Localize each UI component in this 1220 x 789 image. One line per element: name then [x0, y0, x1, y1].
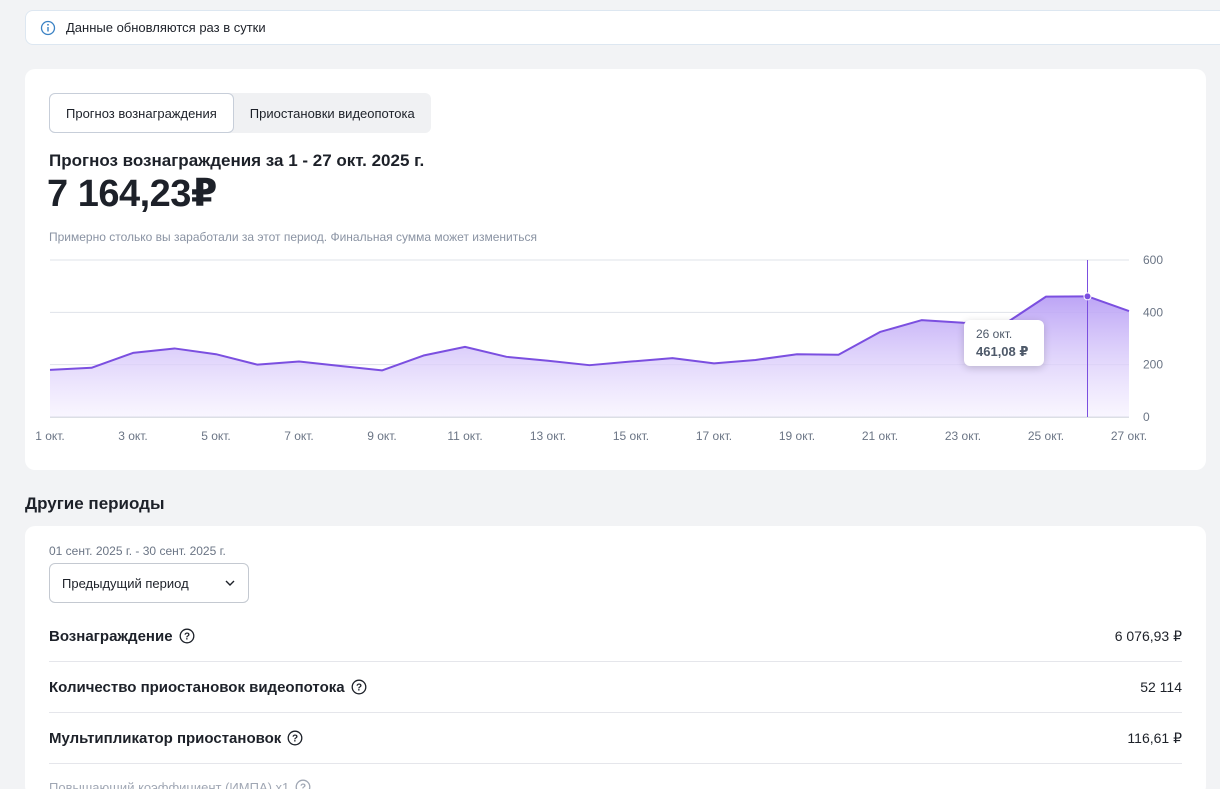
metric-row-multiplier: Мультипликатор приостановок ? 116,61 ₽	[49, 713, 1182, 764]
y-tick-label: 600	[1143, 253, 1163, 267]
tooltip-date: 26 окт.	[976, 327, 1013, 341]
info-notice: Данные обновляются раз в сутки	[25, 10, 1220, 45]
other-periods-card: 01 сент. 2025 г. - 30 сент. 2025 г. Пред…	[25, 526, 1206, 789]
x-tick-label: 17 окт.	[696, 429, 732, 443]
forecast-card: Прогноз вознаграждения Приостановки виде…	[25, 69, 1206, 470]
svg-text:?: ?	[300, 783, 306, 789]
svg-text:?: ?	[356, 683, 362, 694]
notice-text: Данные обновляются раз в сутки	[66, 20, 266, 35]
metric-row-reward: Вознаграждение ? 6 076,93 ₽	[49, 611, 1182, 662]
help-icon[interactable]: ?	[351, 679, 367, 695]
y-tick-label: 400	[1143, 305, 1163, 319]
faded-metric-label: Повышающий коэффициент (ИМПА) x1	[49, 779, 290, 789]
metric-label-multiplier: Мультипликатор приостановок	[49, 729, 282, 747]
help-icon[interactable]: ?	[295, 779, 311, 789]
faded-metric-row: Повышающий коэффициент (ИМПА) x1 ?	[49, 779, 311, 789]
tab-bar: Прогноз вознаграждения Приостановки виде…	[49, 93, 431, 133]
forecast-amount: 7 164,23₽	[47, 173, 217, 215]
metric-row-pauses: Количество приостановок видеопотока ? 52…	[49, 662, 1182, 713]
x-tick-label: 27 окт.	[1111, 429, 1147, 443]
tooltip-value: 461,08 ₽	[976, 344, 1029, 359]
svg-text:?: ?	[292, 734, 298, 745]
x-tick-label: 1 окт.	[35, 429, 65, 443]
help-icon[interactable]: ?	[179, 628, 195, 644]
period-select-value: Предыдущий период	[62, 575, 189, 591]
tab-stream-pauses[interactable]: Приостановки видеопотока	[234, 93, 431, 133]
x-tick-label: 11 окт.	[447, 429, 482, 443]
help-icon[interactable]: ?	[287, 730, 303, 746]
data-point	[1083, 292, 1092, 301]
forecast-note: Примерно столько вы заработали за этот п…	[49, 230, 537, 244]
x-tick-label: 15 окт.	[613, 429, 649, 443]
metric-value-reward: 6 076,93 ₽	[1114, 627, 1182, 644]
x-tick-label: 5 окт.	[201, 429, 231, 443]
other-periods-title: Другие периоды	[25, 494, 165, 513]
x-tick-label: 3 окт.	[118, 429, 148, 443]
forecast-title: Прогноз вознаграждения за 1 - 27 окт. 20…	[49, 151, 425, 170]
period-select[interactable]: Предыдущий период	[49, 563, 249, 603]
x-tick-label: 13 окт.	[530, 429, 566, 443]
svg-text:?: ?	[183, 632, 189, 643]
x-tick-label: 25 окт.	[1028, 429, 1064, 443]
metric-value-pauses: 52 114	[1140, 679, 1182, 695]
chart-tooltip: 26 окт. 461,08 ₽	[964, 320, 1044, 366]
info-icon	[40, 20, 56, 35]
metric-value-multiplier: 116,61 ₽	[1127, 729, 1182, 746]
metric-label-reward: Вознаграждение	[49, 627, 173, 645]
metric-label-pauses: Количество приостановок видеопотока	[49, 678, 345, 696]
x-tick-label: 9 окт.	[367, 429, 397, 443]
x-tick-label: 7 окт.	[284, 429, 314, 443]
x-tick-label: 23 окт.	[945, 429, 981, 443]
y-tick-label: 200	[1143, 358, 1163, 372]
period-range: 01 сент. 2025 г. - 30 сент. 2025 г.	[49, 544, 226, 558]
x-tick-label: 19 окт.	[779, 429, 815, 443]
tab-reward-forecast[interactable]: Прогноз вознаграждения	[49, 93, 234, 133]
chevron-down-icon	[225, 580, 235, 586]
x-tick-label: 21 окт.	[862, 429, 898, 443]
y-tick-label: 0	[1143, 410, 1150, 424]
